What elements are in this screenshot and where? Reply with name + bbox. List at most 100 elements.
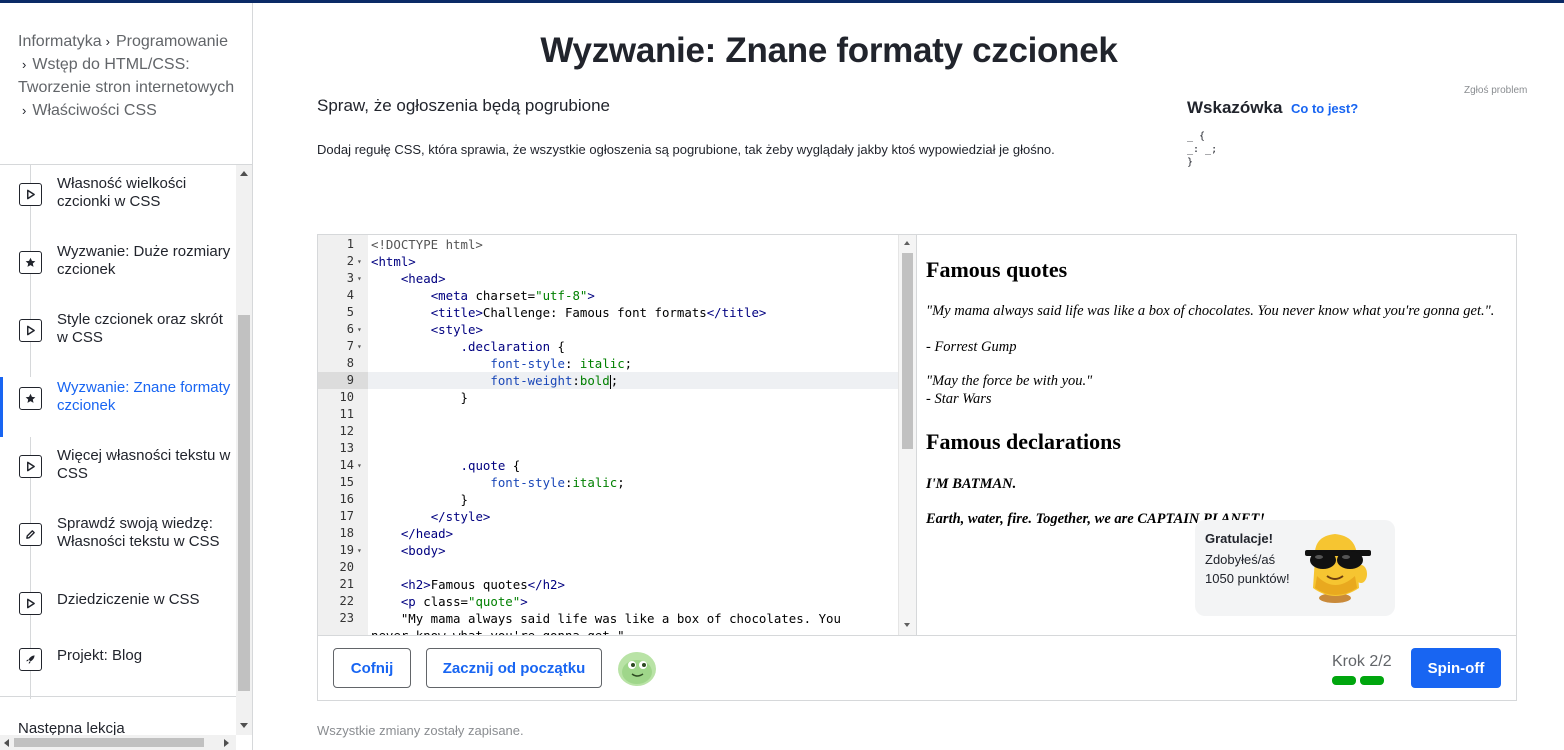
code-text[interactable]: .declaration { bbox=[371, 338, 565, 355]
scroll-left-arrow-icon[interactable] bbox=[4, 739, 9, 747]
fold-toggle-icon[interactable]: ▾ bbox=[357, 270, 362, 287]
code-text[interactable]: <html> bbox=[371, 253, 416, 270]
step-progress-2 bbox=[1360, 676, 1384, 685]
code-line[interactable]: 21 <h2>Famous quotes</h2> bbox=[318, 576, 898, 593]
lesson-item[interactable]: Style czcionek oraz skrót w CSS bbox=[0, 309, 236, 369]
fold-toggle-icon[interactable]: ▾ bbox=[357, 321, 362, 338]
breadcrumb-item[interactable]: Informatyka bbox=[18, 33, 102, 50]
code-token: ; bbox=[624, 356, 633, 371]
sidebar-scrollbar[interactable] bbox=[236, 165, 252, 735]
code-line[interactable]: 9 font-weight:bold; bbox=[318, 372, 898, 389]
code-line[interactable]: 13 bbox=[318, 440, 898, 457]
lesson-item[interactable]: Projekt: Blog bbox=[0, 641, 236, 699]
code-text[interactable]: <title>Challenge: Famous font formats</t… bbox=[371, 304, 767, 321]
code-line[interactable]: 7 ▾ .declaration { bbox=[318, 338, 898, 355]
line-number: 21 bbox=[339, 577, 354, 591]
restart-button[interactable]: Zacznij od początku bbox=[426, 648, 602, 688]
breadcrumb-item[interactable]: Wstęp do HTML/CSS: Tworzenie stron inter… bbox=[18, 56, 234, 96]
breadcrumb-item[interactable]: Właściwości CSS bbox=[32, 102, 156, 119]
code-line[interactable]: 4 <meta charset="utf-8"> bbox=[318, 287, 898, 304]
editor-scroll-up-icon[interactable] bbox=[904, 241, 910, 245]
lesson-item[interactable]: Wyzwanie: Duże rozmiary czcionek bbox=[0, 241, 236, 301]
save-status: Wszystkie zmiany zostały zapisane. bbox=[317, 723, 524, 738]
code-line[interactable]: 20 bbox=[318, 559, 898, 576]
code-line[interactable]: 19 ▾ <body> bbox=[318, 542, 898, 559]
code-token: never know what you're gonna get." bbox=[371, 628, 625, 635]
code-token: italic bbox=[579, 356, 625, 371]
code-text[interactable]: .quote { bbox=[371, 457, 521, 474]
lesson-item[interactable]: Więcej własności tekstu w CSS bbox=[0, 445, 236, 505]
breadcrumb-item[interactable]: Programowanie bbox=[116, 33, 228, 50]
code-text[interactable]: } bbox=[371, 491, 468, 508]
code-text[interactable]: never know what you're gonna get." bbox=[371, 627, 625, 635]
lesson-item[interactable]: Dziedziczenie w CSS bbox=[0, 585, 236, 645]
code-line[interactable]: 18 </head> bbox=[318, 525, 898, 542]
code-line[interactable]: 11 bbox=[318, 406, 898, 423]
scroll-right-arrow-icon[interactable] bbox=[224, 739, 229, 747]
code-text[interactable]: font-weight:bold; bbox=[371, 372, 618, 389]
sidebar-horizontal-scrollbar[interactable] bbox=[0, 735, 236, 750]
code-text[interactable]: <p class="quote"> bbox=[371, 593, 528, 610]
star-icon bbox=[19, 387, 42, 410]
code-text[interactable]: <body> bbox=[371, 542, 446, 559]
scroll-thumb[interactable] bbox=[238, 315, 250, 691]
code-line[interactable]: 1 <!DOCTYPE html> bbox=[318, 236, 898, 253]
editor-scroll-thumb[interactable] bbox=[902, 253, 913, 449]
code-text[interactable]: </head> bbox=[371, 525, 453, 542]
fold-toggle-icon[interactable]: ▾ bbox=[357, 338, 362, 355]
report-problem-link[interactable]: Zgłoś problem bbox=[1464, 85, 1527, 96]
code-line[interactable]: 8 font-style: italic; bbox=[318, 355, 898, 372]
fold-toggle-icon[interactable]: ▾ bbox=[357, 542, 362, 559]
code-text[interactable]: <h2>Famous quotes</h2> bbox=[371, 576, 565, 593]
editor-scrollbar[interactable] bbox=[898, 235, 916, 635]
line-number: 5 bbox=[346, 305, 354, 319]
code-line[interactable]: 22 <p class="quote"> bbox=[318, 593, 898, 610]
editor-scroll-down-icon[interactable] bbox=[904, 623, 910, 627]
code-line[interactable]: 10 } bbox=[318, 389, 898, 406]
code-text[interactable]: "My mama always said life was like a box… bbox=[371, 610, 841, 627]
lesson-item[interactable]: Sprawdź swoją wiedzę: Własności tekstu w… bbox=[0, 513, 236, 573]
lesson-item[interactable]: Wyzwanie: Znane formaty czcionek bbox=[0, 377, 236, 437]
line-number: 17 bbox=[339, 509, 354, 523]
code-line[interactable]: 17 </style> bbox=[318, 508, 898, 525]
hint-what-is-this-link[interactable]: Co to jest? bbox=[1291, 101, 1358, 116]
task-description: Dodaj regułę CSS, która sprawia, że wszy… bbox=[317, 142, 1055, 157]
horizontal-scroll-thumb[interactable] bbox=[14, 738, 204, 747]
code-line[interactable]: 3 ▾ <head> bbox=[318, 270, 898, 287]
code-text[interactable]: </style> bbox=[371, 508, 491, 525]
code-line[interactable]: 5 <title>Challenge: Famous font formats<… bbox=[318, 304, 898, 321]
code-line[interactable]: 12 bbox=[318, 423, 898, 440]
code-token: ; bbox=[617, 475, 625, 490]
code-line[interactable]: 14 ▾ .quote { bbox=[318, 457, 898, 474]
code-editor[interactable]: 1 <!DOCTYPE html> 2 ▾ <html> 3 ▾ <head> 4 <meta… bbox=[318, 235, 916, 635]
code-text[interactable]: } bbox=[371, 389, 468, 406]
lesson-item[interactable]: Własność wielkości czcionki w CSS bbox=[0, 173, 236, 233]
code-token: </head> bbox=[400, 526, 454, 541]
scroll-up-arrow-icon[interactable] bbox=[240, 171, 248, 176]
code-line[interactable]: 15 font-style:italic; bbox=[318, 474, 898, 491]
scroll-down-arrow-icon[interactable] bbox=[240, 723, 248, 728]
fold-toggle-icon[interactable]: ▾ bbox=[357, 457, 362, 474]
back-button[interactable]: Cofnij bbox=[333, 648, 411, 688]
challenge-workspace: 1 <!DOCTYPE html> 2 ▾ <html> 3 ▾ <head> 4 <meta… bbox=[317, 234, 1517, 701]
code-line[interactable]: 2 ▾ <html> bbox=[318, 253, 898, 270]
spin-off-button[interactable]: Spin-off bbox=[1411, 648, 1501, 688]
code-text[interactable]: <style> bbox=[371, 321, 483, 338]
code-line[interactable]: never know what you're gonna get." bbox=[318, 627, 898, 635]
code-text[interactable]: <meta charset="utf-8"> bbox=[371, 287, 595, 304]
code-text[interactable]: font-style: italic; bbox=[371, 355, 632, 372]
code-text[interactable]: <!DOCTYPE html> bbox=[371, 236, 483, 253]
code-text[interactable]: font-style:italic; bbox=[371, 474, 625, 491]
code-token: font-style bbox=[490, 475, 565, 490]
code-line[interactable]: 23 "My mama always said life was like a … bbox=[318, 610, 898, 627]
preview-quote-2: "May the force be with you." bbox=[926, 373, 1093, 389]
chevron-right-icon: › bbox=[22, 57, 27, 72]
code-lines[interactable]: 1 <!DOCTYPE html> 2 ▾ <html> 3 ▾ <head> 4 <meta… bbox=[318, 236, 898, 635]
code-line[interactable]: 16 } bbox=[318, 491, 898, 508]
code-text[interactable]: <head> bbox=[371, 270, 446, 287]
fold-toggle-icon[interactable]: ▾ bbox=[357, 253, 362, 270]
code-line[interactable]: 6 ▾ <style> bbox=[318, 321, 898, 338]
